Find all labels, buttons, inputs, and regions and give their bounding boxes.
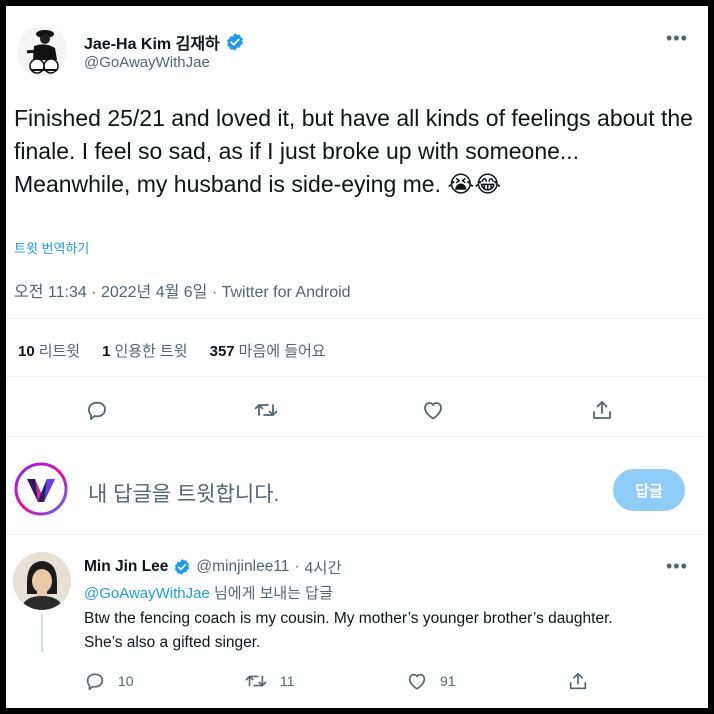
reply-header: Min Jin Lee @minjinlee11 · 4시간 — [84, 556, 342, 578]
retweets-label: 리트윗 — [38, 343, 81, 360]
reply-like-action[interactable]: 91 — [406, 670, 456, 692]
reply-share-action[interactable] — [567, 670, 589, 692]
verified-badge-icon — [225, 32, 245, 52]
quotes-count: 1 — [102, 343, 111, 360]
separator-dot: · — [294, 558, 300, 575]
tweet-timestamp[interactable]: 오전 11:34 · 2022년 4월 6일 · Twitter for And… — [14, 278, 351, 302]
reply-count: 10 — [118, 673, 134, 689]
replying-to-suffix: 님에게 보내는 답글 — [209, 585, 333, 602]
divider — [6, 376, 708, 377]
share-icon[interactable] — [587, 395, 617, 425]
current-user-avatar[interactable] — [14, 462, 68, 516]
tweet-text: Finished 25/21 and loved it, but have al… — [14, 105, 693, 197]
reply-author-handle[interactable]: @minjinlee11 — [196, 558, 289, 576]
reply-icon[interactable] — [82, 395, 112, 425]
retweets-stat[interactable]: 10 리트윗 — [18, 340, 80, 361]
tweet-stats: 10 리트윗 1 인용한 트윗 357 마음에 들어요 — [18, 340, 326, 361]
retweets-count: 10 — [18, 343, 35, 360]
retweet-icon[interactable] — [244, 670, 268, 692]
verified-badge-icon — [173, 558, 191, 576]
reply-retweet-action[interactable]: 11 — [244, 670, 295, 692]
reply-input[interactable]: 내 답글을 트윗합니다. — [88, 478, 279, 508]
reply-icon[interactable] — [84, 670, 106, 692]
thread-line — [41, 614, 43, 652]
more-options-icon[interactable]: ••• — [666, 28, 688, 49]
like-icon[interactable] — [406, 670, 428, 692]
author-name[interactable]: Jae-Ha Kim 김재하 — [84, 30, 245, 54]
replying-to: @GoAwayWithJae 님에게 보내는 답글 — [84, 582, 333, 603]
reply-author-name[interactable]: Min Jin Lee — [84, 558, 168, 576]
like-icon[interactable] — [418, 395, 448, 425]
author-handle[interactable]: @GoAwayWithJae — [84, 54, 210, 71]
translate-tweet-link[interactable]: 트윗 번역하기 — [14, 238, 89, 257]
reply-reply-action[interactable]: 10 — [84, 670, 134, 692]
reply-time[interactable]: 4시간 — [305, 556, 342, 578]
likes-stat[interactable]: 357 마음에 들어요 — [210, 340, 326, 361]
likes-label: 마음에 들어요 — [238, 343, 326, 360]
likes-count: 357 — [209, 343, 235, 360]
reply-author-avatar[interactable] — [13, 552, 71, 610]
reply-submit-button[interactable]: 답글 — [613, 469, 685, 511]
divider — [6, 534, 708, 535]
share-icon[interactable] — [567, 670, 589, 692]
like-count: 91 — [440, 673, 456, 689]
quotes-stat[interactable]: 1 인용한 트윗 — [102, 340, 188, 361]
retweet-icon[interactable] — [251, 395, 281, 425]
quotes-label: 인용한 트윗 — [114, 343, 188, 360]
divider — [6, 318, 708, 319]
retweet-count: 11 — [280, 673, 295, 689]
reply-text: Btw the fencing coach is my cousin. My m… — [84, 610, 613, 651]
tweet-detail: Jae-Ha Kim 김재하 @GoAwayWithJae ••• Finish… — [6, 6, 708, 708]
reply-more-options-icon[interactable]: ••• — [666, 556, 688, 577]
author-avatar[interactable] — [17, 26, 67, 76]
mention-link[interactable]: @GoAwayWithJae — [84, 585, 210, 602]
divider — [6, 436, 708, 437]
author-name-text[interactable]: Jae-Ha Kim 김재하 — [84, 30, 220, 54]
